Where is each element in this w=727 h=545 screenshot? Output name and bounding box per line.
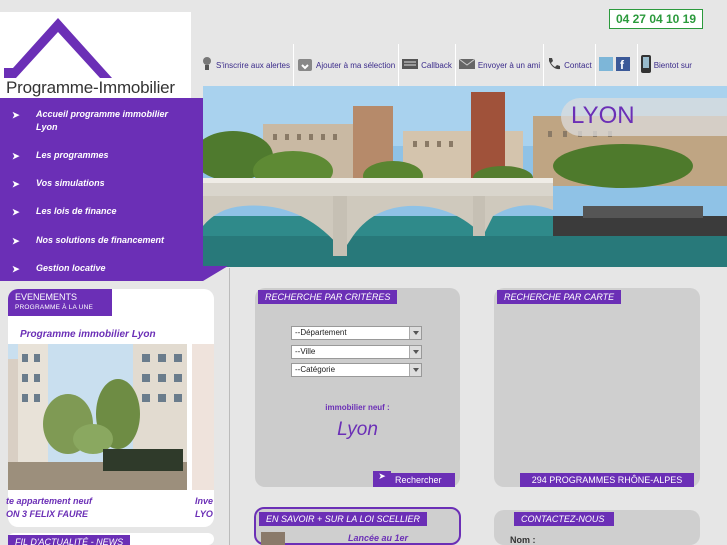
- nav-social[interactable]: f: [594, 44, 637, 86]
- arrow-icon: ➤: [12, 110, 20, 120]
- ville-select-value: --Ville: [295, 347, 316, 356]
- menu-item-simulations[interactable]: ➤ Vos simulations: [0, 177, 200, 190]
- arrow-icon: ➤: [373, 471, 391, 485]
- menu-item-label: Vos simulations: [36, 178, 105, 188]
- city-name: LYON: [571, 102, 635, 129]
- events-title: EVENEMENTS: [15, 292, 78, 302]
- contact-header: CONTACTEZ-NOUS: [514, 512, 614, 526]
- arrow-icon: ➤: [12, 264, 20, 274]
- arrow-icon: ➤: [12, 179, 20, 189]
- nav-contact[interactable]: Contact: [543, 44, 595, 86]
- chevron-down-icon: [409, 364, 421, 376]
- nav-mobile[interactable]: Bientot sur: [636, 44, 695, 86]
- main-menu: ➤ Accueil programme immobilier Lyon ➤ Le…: [0, 98, 203, 281]
- ville-select[interactable]: --Ville: [291, 345, 422, 359]
- search-criteria-panel: RECHERCHE PAR CRITÈRES --Département --V…: [255, 288, 460, 487]
- nom-label: Nom :: [510, 535, 536, 545]
- menu-item-label: Gestion locative: [36, 263, 106, 273]
- rechercher-label: Rechercher: [395, 475, 442, 485]
- events-subtitle: PROGRAMME À LA UNE: [15, 304, 94, 311]
- news-header: FIL D'ACTUALITÉ - NEWS: [8, 535, 131, 545]
- column-divider: [229, 268, 230, 545]
- page: Programme-Immobilier 04 27 04 10 19 S'in…: [0, 0, 727, 545]
- events-caption-1[interactable]: te appartement neuf: [6, 496, 92, 506]
- menu-item-programmes[interactable]: ➤ Les programmes: [0, 149, 200, 162]
- menu-item-label: Nos solutions de financement: [36, 235, 165, 245]
- scellier-panel: EN SAVOIR + SUR LA LOI SCELLIER Lancée a…: [254, 507, 461, 545]
- phone-icon: [547, 57, 561, 73]
- arrow-icon: ➤: [12, 236, 20, 246]
- nav-contact-label: Contact: [564, 60, 592, 70]
- menu-item-financement[interactable]: ➤ Nos solutions de financement: [0, 234, 200, 247]
- social-icon: f: [598, 56, 631, 74]
- programme-photo[interactable]: [8, 344, 187, 490]
- chevron-down-icon: [409, 346, 421, 358]
- search-map-header: RECHERCHE PAR CARTE: [497, 290, 622, 304]
- mobile-icon: [640, 55, 651, 75]
- chevron-down-icon: [409, 327, 421, 339]
- nav-selection[interactable]: Ajouter à ma sélection: [293, 44, 398, 86]
- add-selection-icon: [297, 56, 313, 74]
- scellier-thumbnail: [261, 532, 285, 545]
- events-caption-2[interactable]: ON 3 FELIX FAURE: [6, 509, 88, 519]
- bulb-icon: [201, 56, 213, 74]
- nav-callback[interactable]: Callback: [398, 44, 455, 86]
- search-city: Lyon: [337, 419, 378, 440]
- nav-callback-label: Callback: [421, 60, 452, 70]
- immobilier-neuf-label: immobilier neuf :: [325, 403, 390, 412]
- logo-text: Programme-Immobilier: [6, 78, 175, 97]
- categorie-select-value: --Catégorie: [295, 365, 336, 374]
- events-caption-4[interactable]: LYO: [195, 509, 213, 519]
- search-map-panel[interactable]: RECHERCHE PAR CARTE 294 PROGRAMMES RHÔNE…: [494, 288, 700, 487]
- menu-item-label: Les programmes: [36, 150, 109, 160]
- programme-building-image: [8, 344, 187, 490]
- programmes-count[interactable]: 294 PROGRAMMES RHÔNE-ALPES: [520, 473, 694, 487]
- logo[interactable]: Programme-Immobilier: [0, 12, 191, 98]
- events-panel: EVENEMENTS PROGRAMME À LA UNE Programme …: [6, 289, 214, 527]
- search-criteria-header: RECHERCHE PAR CRITÈRES: [258, 290, 398, 304]
- contact-panel: CONTACTEZ-NOUS Nom :: [494, 510, 700, 545]
- city-label: LYON: [561, 98, 727, 136]
- nav-mobile-label: Bientot sur: [653, 60, 692, 70]
- departement-select-value: --Département: [295, 328, 347, 337]
- menu-item-label: Les lois de finance: [36, 206, 117, 216]
- arrow-icon: ➤: [12, 151, 20, 161]
- arrow-icon: ➤: [12, 207, 20, 217]
- departement-select[interactable]: --Département: [291, 326, 422, 340]
- phone-number[interactable]: 04 27 04 10 19: [609, 9, 703, 29]
- programme-photo-2[interactable]: [192, 344, 214, 490]
- menu-item-accueil[interactable]: ➤ Accueil programme immobilier Lyon: [0, 108, 200, 134]
- menu-tail: [203, 266, 228, 281]
- scellier-text: Lancée au 1er: [348, 533, 409, 543]
- nav-alerts-label: S'inscrire aux alertes: [216, 60, 290, 70]
- envelope-icon: [458, 58, 476, 72]
- rechercher-button[interactable]: ➤ Rechercher: [373, 471, 455, 487]
- categorie-select[interactable]: --Catégorie: [291, 363, 422, 377]
- events-header: EVENEMENTS PROGRAMME À LA UNE: [8, 289, 112, 316]
- nav-send-friend[interactable]: Envoyer à un ami: [454, 44, 543, 86]
- keyboard-icon: [402, 58, 419, 72]
- nav-alerts[interactable]: S'inscrire aux alertes: [198, 44, 293, 86]
- menu-item-gestion[interactable]: ➤ Gestion locative: [0, 262, 200, 275]
- banner-lyon-photo: LYON: [203, 86, 727, 267]
- menu-item-accueil-line2: Lyon: [36, 122, 58, 132]
- news-panel: FIL D'ACTUALITÉ - NEWS: [8, 533, 214, 545]
- top-nav: S'inscrire aux alertes Ajouter à ma séle…: [198, 44, 695, 86]
- nav-send-friend-label: Envoyer à un ami: [477, 60, 541, 70]
- scellier-header: EN SAVOIR + SUR LA LOI SCELLIER: [259, 512, 427, 526]
- menu-item-accueil-line1: Accueil programme immobilier: [36, 109, 169, 119]
- events-caption-3[interactable]: Inve: [195, 496, 213, 506]
- events-programme-title[interactable]: Programme immobilier Lyon: [20, 329, 156, 340]
- nav-selection-label: Ajouter à ma sélection: [316, 60, 396, 70]
- menu-item-lois-finance[interactable]: ➤ Les lois de finance: [0, 205, 200, 218]
